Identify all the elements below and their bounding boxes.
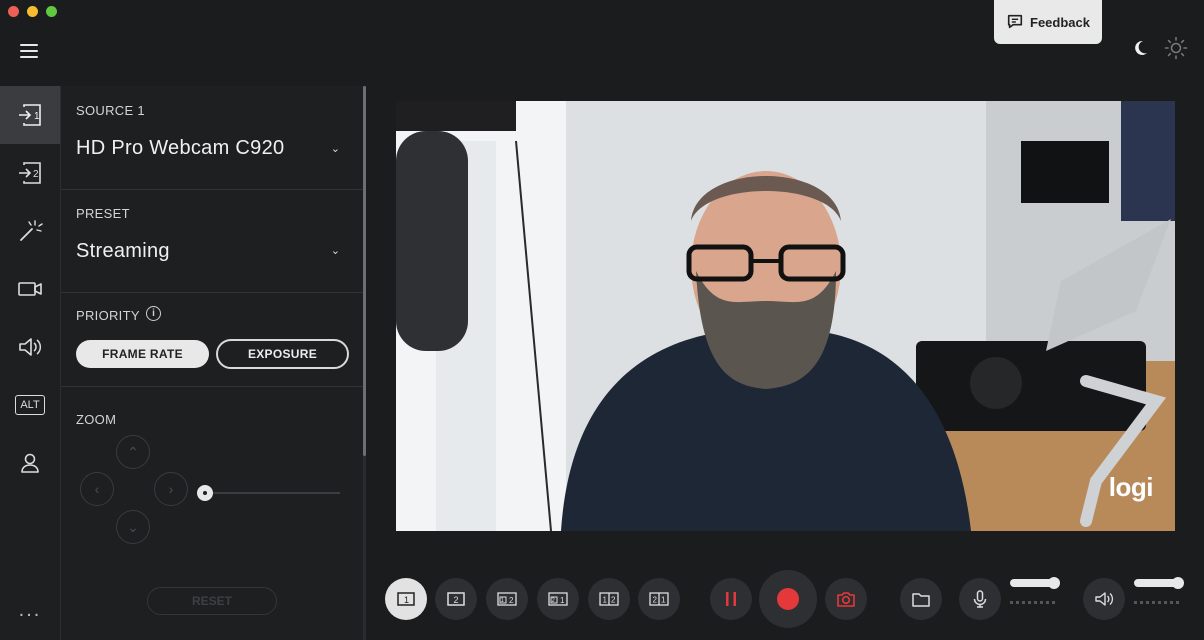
svg-text:1: 1 xyxy=(661,596,666,605)
maximize-window-button[interactable] xyxy=(46,6,57,17)
dark-mode-icon[interactable] xyxy=(1130,38,1150,58)
mic-volume-slider[interactable] xyxy=(1010,577,1060,589)
chevron-down-icon[interactable]: ⌄ xyxy=(331,142,340,155)
layout-2-icon: 2 xyxy=(447,592,465,606)
sidebar-item-camera[interactable] xyxy=(0,260,60,318)
layout-split-icon: 1 2 xyxy=(599,592,619,606)
layout-single-1-button[interactable]: 1 xyxy=(385,578,427,620)
user-icon xyxy=(21,453,39,473)
camera-icon xyxy=(837,592,855,607)
speaker-icon xyxy=(19,338,42,356)
frame-rate-button[interactable]: FRAME RATE xyxy=(76,340,209,368)
magic-wand-icon xyxy=(20,220,43,241)
microphone-button[interactable] xyxy=(959,578,1001,620)
close-window-button[interactable] xyxy=(8,6,19,17)
preset-title: PRESET xyxy=(76,206,130,221)
svg-text:2: 2 xyxy=(454,595,459,605)
sidebar-item-source-1[interactable]: 1 xyxy=(0,86,60,144)
sidebar-item-source-2[interactable]: 2 xyxy=(0,144,60,202)
video-camera-icon xyxy=(18,282,42,296)
pan-right-button[interactable]: › xyxy=(154,472,188,506)
reset-button[interactable]: RESET xyxy=(147,587,277,615)
mic-level-meter xyxy=(1010,601,1058,604)
pan-down-button[interactable]: ⌄ xyxy=(116,510,150,544)
layout-split-icon: 2 1 xyxy=(649,592,669,606)
preset-dropdown[interactable]: Streaming xyxy=(76,240,170,263)
svg-text:2: 2 xyxy=(611,596,616,605)
alt-icon: ALT xyxy=(15,395,45,415)
source-dropdown[interactable]: HD Pro Webcam C920 xyxy=(76,137,284,160)
priority-title: PRIORITY xyxy=(76,308,140,323)
minimize-window-button[interactable] xyxy=(27,6,38,17)
app-window: Feedback 1 2 ALT ... SOURCE 1 HD Pro Web… xyxy=(0,0,1204,640)
pan-left-button[interactable]: ‹ xyxy=(80,472,114,506)
source-title: SOURCE 1 xyxy=(76,103,145,118)
zoom-title: ZOOM xyxy=(76,412,117,427)
sidebar-item-alt[interactable]: ALT xyxy=(0,376,60,434)
layout-single-2-button[interactable]: 2 xyxy=(435,578,477,620)
svg-text:2: 2 xyxy=(33,169,39,180)
pause-button[interactable] xyxy=(710,578,752,620)
logi-watermark: logi xyxy=(1108,472,1154,502)
svg-text:1: 1 xyxy=(603,596,608,605)
sidebar-item-effects[interactable] xyxy=(0,202,60,260)
svg-text:1: 1 xyxy=(560,596,565,605)
pan-up-button[interactable]: ⌃ xyxy=(116,435,150,469)
sidebar-item-account[interactable] xyxy=(0,434,60,492)
layout-split-1-2-button[interactable]: 1 2 xyxy=(588,578,630,620)
source-section: SOURCE 1 HD Pro Webcam C920 ⌄ xyxy=(61,86,364,190)
speaker-button[interactable] xyxy=(1083,578,1125,620)
zoom-slider-track[interactable] xyxy=(206,492,340,494)
feedback-label: Feedback xyxy=(1030,14,1090,30)
layout-pip-icon: 2 1 xyxy=(548,592,568,606)
chevron-right-icon: › xyxy=(168,481,174,497)
open-folder-button[interactable] xyxy=(900,578,942,620)
microphone-icon xyxy=(973,590,987,608)
speaker-volume-slider[interactable] xyxy=(1134,577,1184,589)
chevron-down-icon: ⌄ xyxy=(127,518,139,535)
layout-pip-icon: 1 2 xyxy=(497,592,517,606)
source-2-icon: 2 xyxy=(19,162,41,184)
info-icon[interactable]: i xyxy=(146,306,161,321)
folder-icon xyxy=(912,593,930,607)
menu-icon[interactable] xyxy=(20,44,38,60)
record-icon xyxy=(777,588,799,610)
chevron-up-icon: ⌃ xyxy=(127,443,139,460)
layout-split-2-1-button[interactable]: 2 1 xyxy=(638,578,680,620)
feedback-icon xyxy=(1007,14,1023,29)
layout-1-icon: 1 xyxy=(397,592,415,606)
svg-text:1: 1 xyxy=(34,111,40,122)
sidebar: 1 2 ALT ... xyxy=(0,86,61,640)
camera-feed-image xyxy=(396,101,1175,531)
layout-pip-2-1-button[interactable]: 2 1 xyxy=(537,578,579,620)
pause-icon xyxy=(726,592,736,606)
camera-preview: logi xyxy=(396,101,1175,531)
speaker-icon xyxy=(1095,592,1114,606)
light-mode-icon[interactable] xyxy=(1164,36,1188,60)
svg-text:2: 2 xyxy=(653,596,658,605)
priority-section: PRIORITY i FRAME RATE EXPOSURE xyxy=(61,293,364,387)
preset-section: PRESET Streaming ⌄ xyxy=(61,190,364,293)
chevron-down-icon[interactable]: ⌄ xyxy=(331,244,340,257)
record-button[interactable] xyxy=(759,570,817,628)
exposure-button[interactable]: EXPOSURE xyxy=(216,339,349,369)
settings-panel: SOURCE 1 HD Pro Webcam C920 ⌄ PRESET Str… xyxy=(61,86,364,640)
more-options-button[interactable]: ... xyxy=(0,599,60,622)
speaker-level-meter xyxy=(1134,601,1182,604)
snapshot-button[interactable] xyxy=(825,578,867,620)
svg-text:2: 2 xyxy=(509,596,514,605)
chevron-left-icon: ‹ xyxy=(94,481,100,497)
window-controls xyxy=(8,6,57,17)
sidebar-item-audio[interactable] xyxy=(0,318,60,376)
source-1-icon: 1 xyxy=(19,104,41,126)
feedback-button[interactable]: Feedback xyxy=(994,0,1102,44)
svg-text:1: 1 xyxy=(404,595,409,605)
layout-pip-1-2-button[interactable]: 1 2 xyxy=(486,578,528,620)
zoom-slider-handle[interactable] xyxy=(197,485,213,501)
